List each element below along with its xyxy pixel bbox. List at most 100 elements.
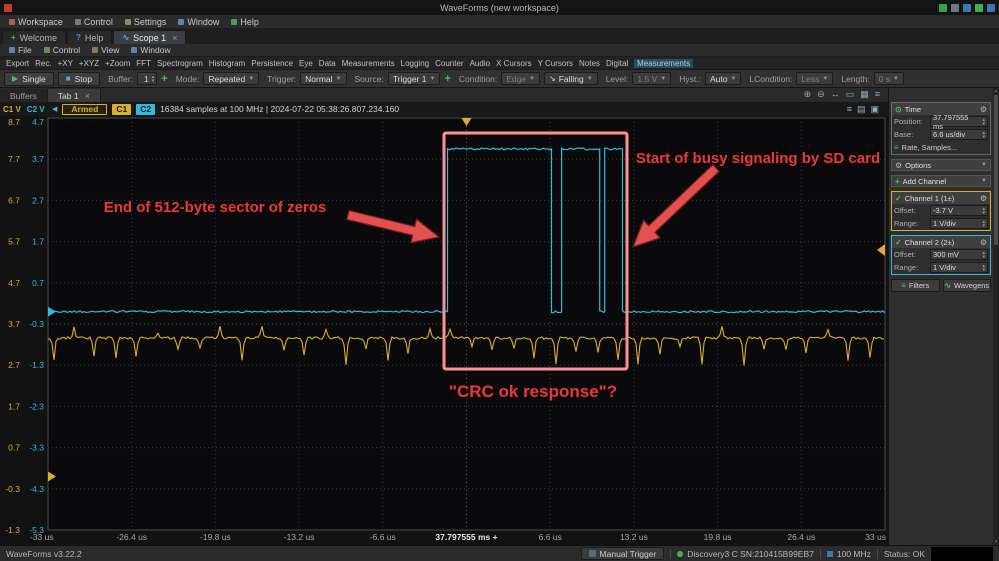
tab-welcome[interactable]: + Welcome bbox=[2, 30, 67, 44]
tool-x-cursors[interactable]: X Cursors bbox=[496, 59, 532, 68]
stop-button[interactable]: ■ Stop bbox=[57, 71, 101, 86]
menu-scope-control[interactable]: Control bbox=[39, 44, 85, 56]
trigger-source-select[interactable]: Trigger 1 ▼ bbox=[387, 72, 441, 85]
length-select[interactable]: 0 s ▼ bbox=[873, 72, 904, 85]
options-section[interactable]: ⚙ Options ▼ bbox=[891, 159, 991, 171]
trigger-type-select[interactable]: Edge ▼ bbox=[501, 72, 540, 85]
snapshot-icon[interactable]: ▣ bbox=[870, 104, 879, 115]
chevron-left-icon[interactable]: ◀ bbox=[52, 105, 57, 113]
tool-rec[interactable]: Rec. bbox=[35, 59, 51, 68]
tool-data[interactable]: Data bbox=[319, 59, 336, 68]
stepper-arrows-icon[interactable]: ▴ ▾ bbox=[982, 250, 985, 259]
zoom-in-icon[interactable]: ⊕ bbox=[804, 89, 812, 100]
tool-spectrogram[interactable]: Spectrogram bbox=[157, 59, 203, 68]
tool-eye[interactable]: Eye bbox=[299, 59, 313, 68]
single-button[interactable]: ▶ Single bbox=[4, 71, 54, 86]
c1-badge[interactable]: C1 bbox=[112, 103, 132, 115]
device-indicator[interactable]: Discovery3 C SN:210415B99EB7 bbox=[677, 549, 814, 559]
stepper-arrows-icon[interactable]: ▴ ▾ bbox=[982, 206, 985, 215]
channel2-range-select[interactable]: 1 V/div ▴ ▾ bbox=[930, 262, 988, 273]
tray-play-icon[interactable] bbox=[939, 3, 947, 12]
gear-icon[interactable]: ⚙ bbox=[980, 238, 987, 247]
menu-workspace[interactable]: Workspace bbox=[4, 15, 68, 28]
manual-trigger-button[interactable]: Manual Trigger bbox=[580, 547, 665, 560]
stepper-arrows-icon[interactable]: ▴ ▾ bbox=[982, 263, 985, 272]
menu-help[interactable]: Help bbox=[226, 15, 264, 28]
grid-toggle-icon[interactable]: ▦ bbox=[860, 89, 869, 100]
tool-xyz[interactable]: +XYZ bbox=[79, 59, 99, 68]
tool-persistence[interactable]: Persistence bbox=[251, 59, 293, 68]
tool-digital[interactable]: Digital bbox=[606, 59, 628, 68]
list-icon[interactable]: ≡ bbox=[847, 104, 852, 115]
hysteresis-select[interactable]: Auto ▼ bbox=[704, 72, 742, 85]
sample-rate-indicator[interactable]: 100 MHz bbox=[826, 549, 871, 559]
oscilloscope-plot[interactable]: 8.7 7.7 6.7 5.7 4.7 3.7 2.7 1.7 0.7 -0.3 -1.3 4.7 3.… bbox=[0, 116, 888, 545]
scroll-down-icon[interactable]: ▾ bbox=[995, 539, 998, 545]
tool-histogram[interactable]: Histogram bbox=[209, 59, 245, 68]
tool-counter[interactable]: Counter bbox=[435, 59, 463, 68]
tray-chart-icon[interactable] bbox=[963, 3, 971, 12]
condition-select[interactable]: ↘ Falling ▼ bbox=[544, 72, 598, 85]
channel1-offset-select[interactable]: -3.7 V ▴ ▾ bbox=[930, 205, 988, 216]
level-select[interactable]: 1.5 V ▼ bbox=[632, 72, 672, 85]
menu-file[interactable]: File bbox=[4, 44, 37, 56]
menu-view[interactable]: View bbox=[87, 44, 124, 56]
base-select[interactable]: 6.6 us/div ▴ ▾ bbox=[930, 129, 988, 140]
close-icon[interactable]: × bbox=[85, 91, 90, 101]
layout-icon[interactable]: ≡ bbox=[875, 89, 880, 100]
tab-help[interactable]: ? Help bbox=[67, 30, 113, 44]
tool-export[interactable]: Export bbox=[6, 59, 29, 68]
menu-control[interactable]: Control bbox=[70, 15, 118, 28]
tool-logging[interactable]: Logging bbox=[401, 59, 429, 68]
add-channel-button[interactable]: + Add Channel ▼ bbox=[891, 175, 991, 187]
wavegens-button[interactable]: ∿ Wavegens bbox=[942, 279, 991, 292]
filters-button[interactable]: ≡ Filters bbox=[891, 279, 940, 292]
stepper-arrows-icon[interactable]: ▴ ▾ bbox=[982, 117, 985, 126]
close-icon[interactable]: × bbox=[172, 33, 177, 43]
tool-y-cursors[interactable]: Y Cursors bbox=[538, 59, 573, 68]
add-trigger-icon[interactable]: + bbox=[444, 73, 450, 84]
table-icon[interactable]: ▤ bbox=[857, 104, 866, 115]
channel2-header[interactable]: ✓ Channel 2 (2±) ⚙ bbox=[892, 236, 990, 248]
buffer-stepper[interactable]: 1 ▴ ▾ bbox=[137, 72, 158, 85]
lcondition-select[interactable]: Less ▼ bbox=[796, 72, 834, 85]
mode-select[interactable]: Repeated ▼ bbox=[203, 72, 260, 85]
tool-measurements-active[interactable]: Measurements bbox=[634, 58, 694, 68]
tool-measurements[interactable]: Measurements bbox=[342, 59, 395, 68]
tray-monitor-icon[interactable] bbox=[951, 3, 959, 12]
menu-window[interactable]: Window bbox=[173, 15, 224, 28]
zoom-out-icon[interactable]: ⊖ bbox=[817, 89, 825, 100]
menu-settings[interactable]: Settings bbox=[120, 15, 172, 28]
channel1-header[interactable]: ✓ Channel 1 (1±) ⚙ bbox=[892, 192, 990, 204]
fit-width-icon[interactable]: ↔ bbox=[831, 89, 840, 100]
tool-zoom[interactable]: +Zoom bbox=[105, 59, 130, 68]
tool-notes[interactable]: Notes bbox=[579, 59, 600, 68]
gear-icon[interactable]: ⚙ bbox=[980, 105, 987, 114]
scroll-up-icon[interactable]: ▴ bbox=[995, 88, 998, 94]
fit-rect-icon[interactable]: ▭ bbox=[846, 89, 855, 100]
trigger-mode-select[interactable]: Normal ▼ bbox=[300, 72, 347, 85]
position-select[interactable]: 37.797555 ms ▴ ▾ bbox=[930, 113, 988, 131]
buffers-tab[interactable]: Buffers bbox=[0, 89, 48, 102]
stepper-arrows-icon[interactable]: ▴ ▾ bbox=[982, 130, 985, 139]
c2-badge[interactable]: C2 bbox=[136, 103, 156, 115]
add-buffer-icon[interactable]: + bbox=[161, 73, 167, 84]
rate-samples-button[interactable]: ≡ Rate, Samples... bbox=[892, 141, 990, 154]
panel-scrollbar[interactable]: ▴ ▾ bbox=[993, 88, 999, 545]
stepper-arrows-icon[interactable]: ▴ ▾ bbox=[152, 74, 155, 83]
gear-icon[interactable]: ⚙ bbox=[980, 194, 987, 203]
menu-scope-window[interactable]: Window bbox=[126, 44, 175, 56]
scrollbar-thumb[interactable] bbox=[994, 95, 998, 245]
tool-audio[interactable]: Audio bbox=[470, 59, 490, 68]
tray-square-icon[interactable] bbox=[987, 3, 995, 12]
tab-scope1[interactable]: ∿ Scope 1 × bbox=[113, 30, 187, 44]
check-icon[interactable]: ✓ bbox=[895, 238, 902, 247]
stepper-arrows-icon[interactable]: ▴ ▾ bbox=[982, 219, 985, 228]
channel1-range-select[interactable]: 1 V/div ▴ ▾ bbox=[930, 218, 988, 229]
tool-xy[interactable]: +XY bbox=[58, 59, 73, 68]
check-icon[interactable]: ✓ bbox=[895, 194, 902, 203]
tool-fft[interactable]: FFT bbox=[136, 59, 151, 68]
tray-grid-icon[interactable] bbox=[975, 3, 983, 12]
channel2-offset-select[interactable]: 300 mV ▴ ▾ bbox=[930, 249, 988, 260]
tab1-tab[interactable]: Tab 1 × bbox=[47, 89, 101, 102]
